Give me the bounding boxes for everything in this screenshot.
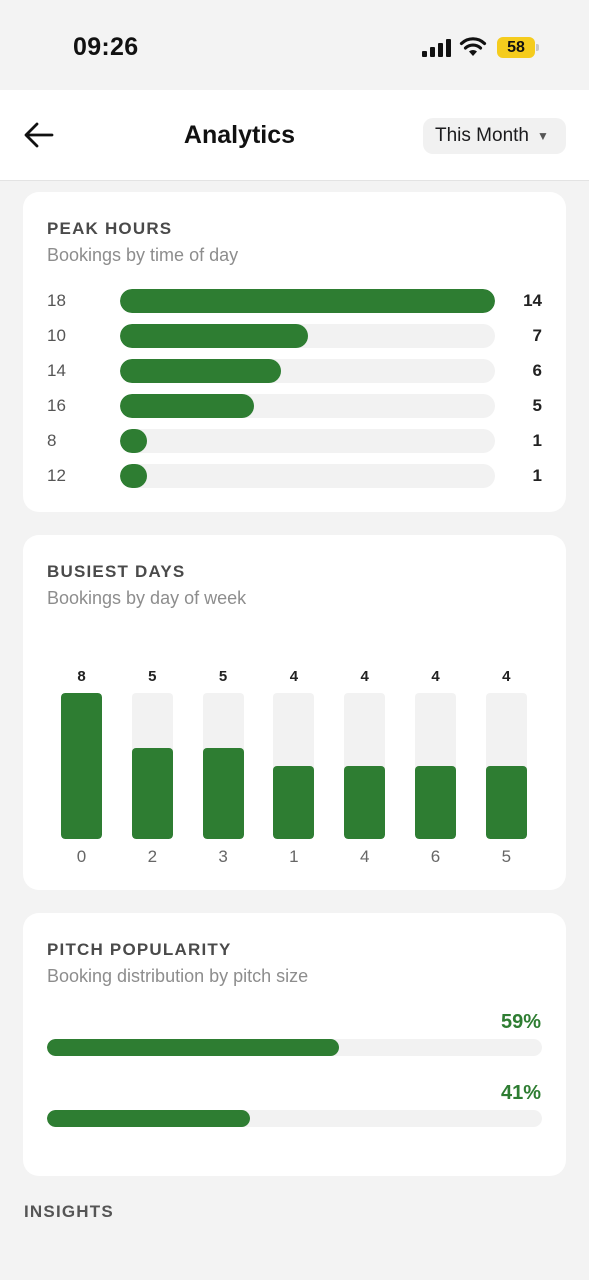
hour-row: 10 7 (23, 324, 566, 348)
day-column: 52 (131, 535, 173, 890)
hour-bar (120, 429, 147, 453)
hour-bar (120, 289, 495, 313)
day-bar (202, 747, 244, 839)
period-select[interactable]: This Month ▼ (423, 118, 566, 154)
pitch-row: 59% (23, 1011, 566, 1071)
hour-row: 16 5 (23, 394, 566, 418)
pitch-percent: 59% (500, 1011, 541, 1033)
day-count: 4 (360, 668, 369, 685)
day-label: 6 (430, 847, 441, 866)
hour-count: 6 (532, 361, 542, 380)
day-bar (344, 766, 386, 839)
hour-label: 18 (47, 291, 66, 310)
hour-label: 10 (47, 326, 66, 345)
day-count: 8 (77, 668, 86, 685)
cellular-signal-icon (422, 39, 451, 57)
day-label: 0 (76, 847, 87, 866)
hour-count: 5 (532, 396, 542, 415)
day-column: 46 (415, 535, 456, 890)
hour-count: 14 (523, 291, 542, 310)
hour-count: 7 (532, 326, 542, 345)
day-bar (131, 747, 173, 839)
hour-bar-track (120, 394, 495, 418)
pitch-bar-track (47, 1110, 542, 1127)
status-bar: 09:26 58 (0, 0, 589, 90)
hour-bar-track (120, 359, 495, 383)
hour-bar (120, 324, 308, 348)
day-column: 41 (273, 535, 315, 890)
hour-bar-track (120, 289, 495, 313)
day-bar-track (485, 693, 527, 839)
day-label: 3 (218, 847, 228, 866)
hour-label: 14 (47, 361, 66, 380)
pitch-popularity-title: PITCH POPULARITY (47, 940, 232, 959)
app-header: Analytics This Month ▼ (0, 90, 589, 181)
busiest-days-card: BUSIEST DAYS Bookings by day of week 805… (23, 535, 566, 890)
day-bar (61, 693, 102, 839)
hour-row: 18 14 (23, 289, 566, 313)
pitch-popularity-subtitle: Booking distribution by pitch size (47, 966, 309, 986)
day-count: 5 (218, 668, 228, 685)
day-bar-track (131, 693, 173, 839)
hour-bar-track (120, 324, 495, 348)
day-bar (485, 766, 527, 839)
hour-row: 81 (23, 429, 566, 453)
insights-heading: INSIGHTS (24, 1202, 114, 1221)
day-column: 80 (61, 535, 102, 890)
hour-count: 1 (532, 431, 542, 450)
wifi-icon (459, 37, 487, 56)
day-count: 4 (502, 668, 511, 685)
hour-row: 14 6 (23, 359, 566, 383)
battery-level: 58 (507, 39, 525, 56)
day-count: 5 (148, 668, 157, 685)
pitch-row: 41% (23, 1082, 566, 1142)
day-column: 45 (485, 535, 527, 890)
day-bar-track (344, 693, 386, 839)
battery-icon: 58 (497, 37, 539, 58)
period-selected-value: This Month (435, 125, 529, 146)
hour-label: 8 (47, 431, 57, 450)
status-time: 09:26 (73, 33, 139, 61)
day-bar (273, 766, 315, 839)
hour-label: 12 (47, 466, 66, 485)
day-bar (415, 766, 456, 839)
day-count: 4 (289, 668, 299, 685)
hour-row: 12 1 (23, 464, 566, 488)
caret-down-icon: ▼ (536, 129, 549, 143)
peak-hours-card: PEAK HOURS Bookings by time of day 18 14 1… (23, 192, 566, 512)
pitch-bar-track (47, 1039, 542, 1056)
day-label: 2 (147, 847, 158, 866)
pitch-bar (47, 1110, 250, 1127)
hour-label: 16 (47, 396, 66, 415)
hour-bar (120, 464, 147, 488)
day-column: 44 (344, 535, 386, 890)
hour-bar-track (120, 429, 495, 453)
page-title-container: Analytics (55, 90, 424, 181)
hour-bar-track (120, 464, 495, 488)
hour-count: 1 (532, 466, 542, 485)
page-title: Analytics (183, 121, 296, 149)
day-bar-track (273, 693, 315, 839)
pitch-bar (47, 1039, 340, 1056)
day-bar-track (202, 693, 244, 839)
day-count: 4 (431, 668, 440, 685)
day-bar-track (61, 693, 102, 839)
hour-bar (120, 359, 281, 383)
day-label: 4 (359, 847, 370, 866)
pitch-percent: 41% (500, 1082, 541, 1104)
hour-bar (120, 394, 254, 418)
battery-tip (536, 44, 539, 51)
pitch-popularity-card: PITCH POPULARITY Booking distribution by… (23, 913, 566, 1176)
day-label: 1 (289, 847, 299, 866)
back-arrow-icon[interactable] (22, 120, 56, 150)
day-label: 5 (501, 847, 512, 866)
day-column: 53 (202, 535, 244, 890)
peak-hours-title: PEAK HOURS (47, 219, 173, 238)
day-bar-track (415, 693, 456, 839)
peak-hours-subtitle: Bookings by time of day (47, 245, 239, 265)
